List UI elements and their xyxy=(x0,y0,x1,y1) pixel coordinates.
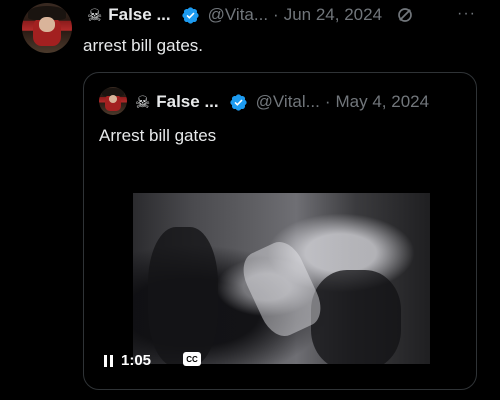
video-time: 1:05 xyxy=(121,352,152,369)
closed-captions-icon[interactable]: CC xyxy=(183,352,201,366)
quoted-handle: @Vital... xyxy=(255,92,320,111)
separator-dot: · xyxy=(273,5,279,24)
separator-dot: · xyxy=(324,92,331,111)
video-controls: 1:05 xyxy=(104,352,151,369)
grok-icon[interactable] xyxy=(396,6,414,24)
quoted-display-name: False ... xyxy=(156,92,219,111)
tweet-text: arrest bill gates. xyxy=(83,36,203,55)
display-name[interactable]: False ... xyxy=(108,5,170,25)
avatar-face xyxy=(39,17,55,32)
quoted-tweet-header: ☠ False ... @Vital... · May 4, 2024 xyxy=(135,92,429,112)
handle[interactable]: @Vita... xyxy=(208,5,268,25)
tweet-date[interactable]: Jun 24, 2024 xyxy=(284,5,382,25)
quoted-tweet-date: May 4, 2024 xyxy=(335,92,430,111)
more-options-icon[interactable]: ··· xyxy=(457,5,476,23)
quoted-tweet-text: Arrest bill gates xyxy=(99,126,217,145)
video-frame-shape xyxy=(311,269,402,364)
verified-badge-icon xyxy=(230,93,247,111)
quoted-avatar xyxy=(99,87,127,115)
verified-badge-icon xyxy=(182,6,199,24)
skull-crossbones-icon: ☠ xyxy=(87,5,103,25)
video-player[interactable] xyxy=(133,193,430,364)
pause-icon[interactable] xyxy=(104,354,113,367)
avatar[interactable] xyxy=(22,3,72,53)
video-frame-shape xyxy=(147,227,218,364)
skull-crossbones-icon: ☠ xyxy=(135,92,151,112)
tweet-header: ☠ False ... @Vita... · Jun 24, 2024 xyxy=(87,5,414,25)
